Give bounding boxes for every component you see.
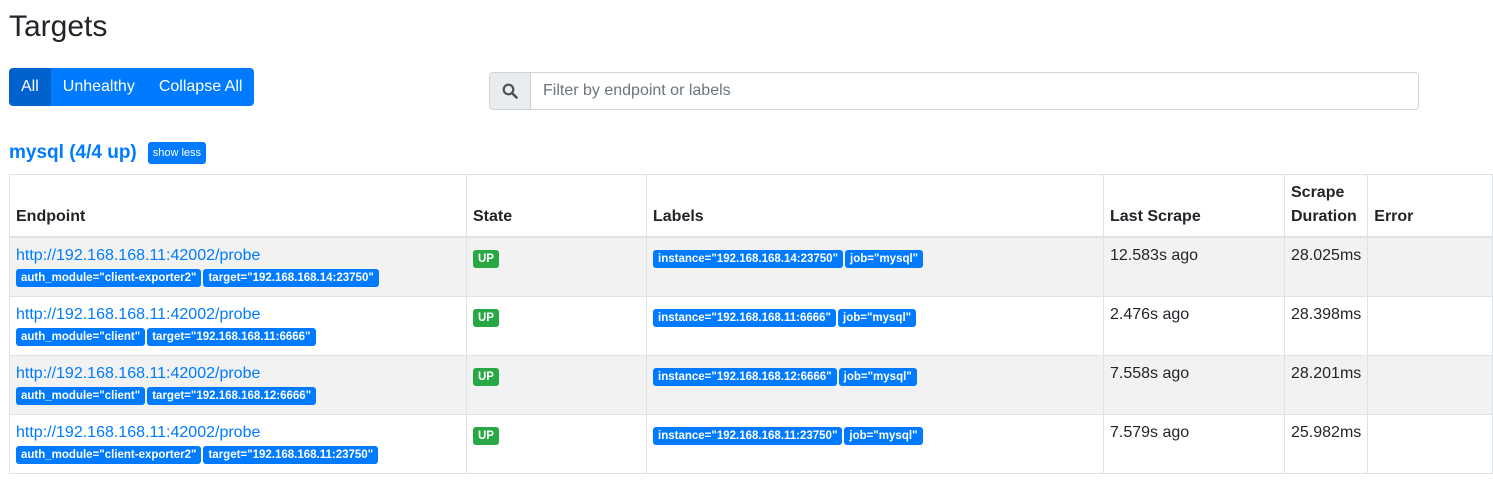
scrape-param-badge: auth_module="client-exporter2" (16, 269, 202, 287)
scrape-duration-cell: 28.201ms (1283, 354, 1369, 415)
header-state: State (466, 174, 647, 238)
endpoint-cell: http://192.168.168.11:42002/probe auth_m… (9, 413, 467, 474)
label-badge: job="mysql" (838, 308, 917, 327)
state-badge: UP (473, 426, 499, 445)
scrape-params: auth_module="client" target="192.168.168.… (16, 386, 460, 405)
scrape-params: auth_module="client" target="192.168.168.… (16, 327, 460, 346)
state-badge: UP (473, 250, 499, 268)
label-badge: instance="192.168.168.14:23750" (653, 250, 844, 268)
targets-table: Endpoint State Labels Last Scrape Scrape… (9, 174, 1493, 474)
table-header-row: Endpoint State Labels Last Scrape Scrape… (9, 174, 1493, 238)
scrape-param-badge: target="192.168.168.12:6666" (147, 386, 317, 405)
page-title: Targets (9, 10, 108, 43)
header-scrape-duration: Scrape Duration (1283, 174, 1369, 238)
label-badge: job="mysql" (845, 250, 924, 268)
label-badge: instance="192.168.168.12:6666" (653, 367, 837, 386)
endpoint-link[interactable]: http://192.168.168.11:42002/probe (16, 362, 460, 386)
table-row: http://192.168.168.11:42002/probe auth_m… (9, 295, 1493, 356)
scrape-param-badge: target="192.168.168.11:6666" (147, 327, 316, 346)
pool-header: mysql (4/4 up) show less (9, 142, 207, 164)
label-badge: job="mysql" (838, 367, 917, 386)
state-cell: UP (466, 295, 647, 356)
last-scrape-cell: 12.583s ago (1103, 236, 1285, 297)
all-button[interactable]: All (9, 68, 51, 106)
unhealthy-button[interactable]: Unhealthy (50, 68, 147, 106)
error-cell (1367, 413, 1493, 474)
endpoint-link[interactable]: http://192.168.168.11:42002/probe (16, 303, 460, 327)
table-row: http://192.168.168.11:42002/probe auth_m… (9, 354, 1493, 415)
header-labels: Labels (646, 174, 1104, 238)
collapse-all-button[interactable]: Collapse All (146, 68, 255, 106)
last-scrape-cell: 7.579s ago (1103, 413, 1285, 474)
pool-title-link[interactable]: mysql (4/4 up) (9, 142, 137, 164)
scrape-params: auth_module="client-exporter2" target="19… (16, 268, 460, 287)
endpoint-cell: http://192.168.168.11:42002/probe auth_m… (9, 236, 467, 297)
error-cell (1367, 236, 1493, 297)
header-error: Error (1367, 174, 1493, 238)
endpoint-cell: http://192.168.168.11:42002/probe auth_m… (9, 354, 467, 415)
state-cell: UP (466, 236, 647, 297)
labels-cell: instance="192.168.168.14:23750" job="mysq… (646, 236, 1104, 297)
scrape-param-badge: auth_module="client" (16, 386, 146, 405)
label-badge: instance="192.168.168.11:6666" (653, 308, 836, 327)
scrape-params: auth_module="client-exporter2" target="19… (16, 445, 460, 464)
last-scrape-cell: 7.558s ago (1103, 354, 1285, 415)
state-cell: UP (466, 413, 647, 474)
search-icon (490, 73, 531, 109)
labels-cell: instance="192.168.168.11:23750" job="mysq… (646, 413, 1104, 474)
search-bar (489, 72, 1419, 110)
search-input[interactable] (531, 73, 1418, 109)
scrape-param-badge: target="192.168.168.11:23750" (203, 445, 379, 464)
endpoint-link[interactable]: http://192.168.168.11:42002/probe (16, 244, 460, 268)
table-row: http://192.168.168.11:42002/probe auth_m… (9, 413, 1493, 474)
scrape-param-badge: target="192.168.168.14:23750" (203, 269, 379, 287)
header-endpoint: Endpoint (9, 174, 467, 238)
scrape-duration-cell: 28.025ms (1283, 236, 1369, 297)
scrape-duration-cell: 28.398ms (1283, 295, 1369, 356)
scrape-duration-cell: 25.982ms (1283, 413, 1369, 474)
last-scrape-cell: 2.476s ago (1103, 295, 1285, 356)
table-row: http://192.168.168.11:42002/probe auth_m… (9, 236, 1493, 297)
label-badge: instance="192.168.168.11:23750" (653, 426, 843, 445)
endpoint-link[interactable]: http://192.168.168.11:42002/probe (16, 421, 460, 445)
state-badge: UP (473, 308, 499, 327)
header-last-scrape: Last Scrape (1103, 174, 1285, 238)
filter-button-group: All Unhealthy Collapse All (9, 68, 255, 106)
state-cell: UP (466, 354, 647, 415)
labels-cell: instance="192.168.168.11:6666" job="mysql… (646, 295, 1104, 356)
error-cell (1367, 354, 1493, 415)
show-less-button[interactable]: show less (147, 142, 207, 164)
endpoint-cell: http://192.168.168.11:42002/probe auth_m… (9, 295, 467, 356)
scrape-param-badge: auth_module="client-exporter2" (16, 445, 202, 464)
state-badge: UP (473, 367, 499, 386)
error-cell (1367, 295, 1493, 356)
labels-cell: instance="192.168.168.12:6666" job="mysql… (646, 354, 1104, 415)
scrape-param-badge: auth_module="client" (16, 327, 146, 346)
label-badge: job="mysql" (844, 426, 923, 445)
